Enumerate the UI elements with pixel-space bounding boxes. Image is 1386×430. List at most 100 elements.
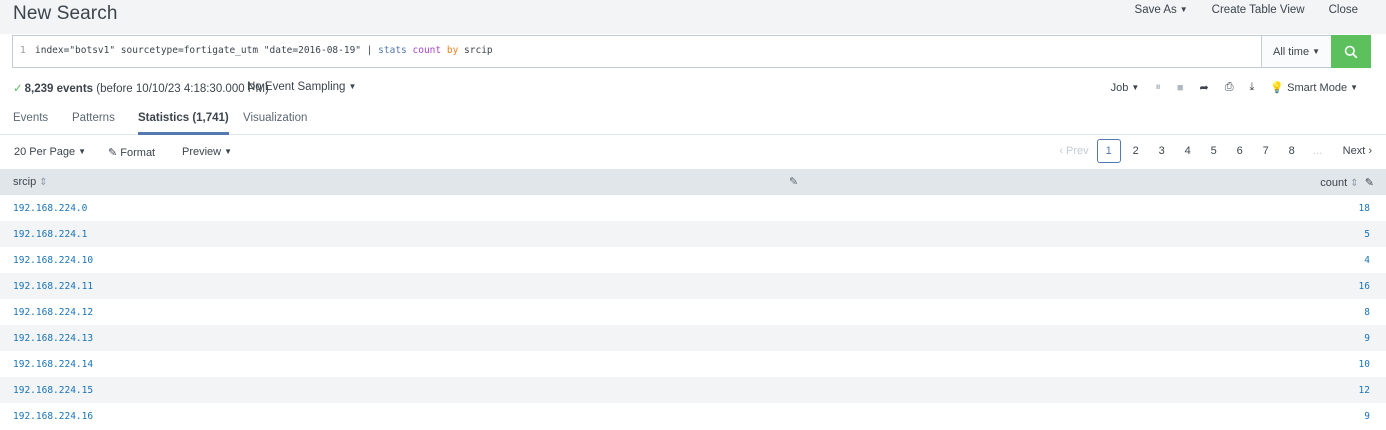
page-4-button[interactable]: 4 bbox=[1175, 139, 1201, 163]
caret-down-icon: ▼ bbox=[1131, 82, 1140, 92]
format-label: Format bbox=[120, 147, 156, 159]
column-header-srcip[interactable]: srcip ⇕ bbox=[13, 176, 48, 188]
pencil-icon[interactable]: ✎ bbox=[1365, 177, 1374, 189]
cell-srcip[interactable]: 192.168.224.15 bbox=[13, 385, 93, 396]
event-count: ✓ 8,239 events (before 10/10/23 4:18:30.0… bbox=[13, 81, 269, 95]
caret-down-icon: ▼ bbox=[348, 82, 357, 91]
preview-label: Preview bbox=[182, 146, 222, 158]
job-controls: Job ▼ ⏸ ■ ➦ ⎙ ⤓ 💡 Smart Mode ▼ bbox=[1111, 81, 1358, 94]
pencil-icon[interactable]: ✎ bbox=[789, 175, 798, 188]
save-as-label: Save As bbox=[1134, 4, 1177, 16]
share-icon[interactable]: ➦ bbox=[1199, 81, 1208, 94]
preview-dropdown[interactable]: Preview ▼ bbox=[182, 146, 232, 158]
cell-srcip[interactable]: 192.168.224.1 bbox=[13, 229, 87, 240]
cell-count[interactable]: 9 bbox=[1364, 333, 1370, 344]
cell-count[interactable]: 12 bbox=[1359, 385, 1370, 396]
per-page-dropdown[interactable]: 20 Per Page ▼ bbox=[14, 146, 86, 158]
caret-down-icon: ▼ bbox=[1350, 83, 1358, 92]
cell-srcip[interactable]: 192.168.224.0 bbox=[13, 203, 87, 214]
tab-statistics[interactable]: Statistics (1,741) bbox=[138, 112, 229, 135]
table-row: 192.168.224.11 16 bbox=[0, 273, 1386, 299]
cell-count[interactable]: 4 bbox=[1364, 255, 1370, 266]
page-8-button[interactable]: 8 bbox=[1279, 139, 1305, 163]
event-sampling-dropdown[interactable]: No Event Sampling ▼ bbox=[247, 81, 356, 93]
caret-down-icon: ▼ bbox=[1312, 47, 1320, 56]
table-row: 192.168.224.13 9 bbox=[0, 325, 1386, 351]
column-label-srcip: srcip bbox=[13, 176, 37, 188]
results-tabs: Events Patterns Statistics (1,741) Visua… bbox=[0, 104, 1386, 135]
prev-page-button[interactable]: ‹ Prev bbox=[1051, 139, 1096, 163]
page-7-button[interactable]: 7 bbox=[1253, 139, 1279, 163]
query-text: index="botsv1" sourcetype=fortigate_utm … bbox=[35, 45, 379, 56]
cell-srcip[interactable]: 192.168.224.13 bbox=[13, 333, 93, 344]
event-count-value: 8,239 events bbox=[24, 83, 94, 95]
page-1-button[interactable]: 1 bbox=[1096, 139, 1121, 163]
check-icon: ✓ bbox=[13, 83, 23, 95]
tab-patterns[interactable]: Patterns bbox=[72, 112, 115, 132]
cell-srcip[interactable]: 192.168.224.10 bbox=[13, 255, 93, 266]
save-as-button[interactable]: Save As ▼ bbox=[1135, 4, 1188, 16]
event-before-text: (before 10/10/23 4:18:30.000 PM) bbox=[96, 83, 269, 95]
cell-srcip[interactable]: 192.168.224.12 bbox=[13, 307, 93, 318]
cell-count[interactable]: 10 bbox=[1359, 359, 1370, 370]
export-icon[interactable]: ⤓ bbox=[1250, 81, 1255, 94]
page-2-button[interactable]: 2 bbox=[1123, 139, 1149, 163]
table-row: 192.168.224.0 18 bbox=[0, 195, 1386, 221]
line-number: 1 bbox=[20, 45, 26, 56]
bulb-icon: 💡 bbox=[1270, 82, 1285, 94]
smart-mode-label: Smart Mode bbox=[1287, 82, 1348, 94]
time-range-picker[interactable]: All time ▼ bbox=[1261, 36, 1331, 67]
cell-count[interactable]: 5 bbox=[1364, 229, 1370, 240]
sort-icon: ⇕ bbox=[1350, 178, 1359, 189]
search-bar[interactable]: 1 index="botsv1" sourcetype=fortigate_ut… bbox=[12, 35, 1371, 68]
pagination-ellipsis: ... bbox=[1313, 145, 1323, 157]
cell-srcip[interactable]: 192.168.224.16 bbox=[13, 411, 93, 422]
pagination: ‹ Prev 1 2 3 4 5 6 7 8 ... Next › bbox=[1051, 139, 1372, 163]
status-row: ✓ 8,239 events (before 10/10/23 4:18:30.0… bbox=[0, 74, 1386, 100]
statistics-table: srcip ⇕ ✎ count ⇕ ✎ 192.168.224.0 18 192.1… bbox=[0, 169, 1386, 429]
search-query-input[interactable]: index="botsv1" sourcetype=fortigate_utm … bbox=[35, 45, 493, 56]
caret-down-icon: ▼ bbox=[224, 147, 233, 156]
tab-visualization[interactable]: Visualization bbox=[243, 112, 307, 132]
tab-events[interactable]: Events bbox=[13, 112, 48, 132]
format-button[interactable]: ✎ Format bbox=[108, 146, 155, 159]
table-body: 192.168.224.0 18 192.168.224.1 5 192.168.224… bbox=[0, 195, 1386, 429]
table-row: 192.168.224.16 9 bbox=[0, 403, 1386, 429]
page-title: New Search bbox=[13, 3, 118, 24]
caret-down-icon: ▼ bbox=[1179, 5, 1188, 14]
table-row: 192.168.224.10 4 bbox=[0, 247, 1386, 273]
query-field: srcip bbox=[464, 45, 493, 56]
search-button[interactable] bbox=[1331, 35, 1371, 68]
pause-icon[interactable]: ⏸ bbox=[1155, 81, 1161, 94]
cell-count[interactable]: 8 bbox=[1364, 307, 1370, 318]
job-menu[interactable]: Job ▼ bbox=[1111, 82, 1140, 94]
cell-count[interactable]: 16 bbox=[1359, 281, 1370, 292]
page-3-button[interactable]: 3 bbox=[1149, 139, 1175, 163]
close-button[interactable]: Close bbox=[1329, 4, 1358, 16]
sort-icon: ⇕ bbox=[39, 177, 48, 188]
header-actions: Save As ▼ Create Table View Close bbox=[1135, 4, 1358, 16]
table-header: srcip ⇕ ✎ count ⇕ ✎ bbox=[0, 169, 1386, 195]
cell-srcip[interactable]: 192.168.224.11 bbox=[13, 281, 93, 292]
cell-srcip[interactable]: 192.168.224.14 bbox=[13, 359, 93, 370]
cell-count[interactable]: 18 bbox=[1359, 203, 1370, 214]
query-function: count bbox=[412, 45, 442, 56]
smart-mode-dropdown[interactable]: 💡 Smart Mode ▼ bbox=[1270, 81, 1358, 94]
page-6-button[interactable]: 6 bbox=[1227, 139, 1253, 163]
sampling-label: No Event Sampling bbox=[247, 81, 346, 93]
stop-icon[interactable]: ■ bbox=[1177, 82, 1184, 94]
time-range-label: All time bbox=[1273, 45, 1310, 58]
cell-count[interactable]: 9 bbox=[1364, 411, 1370, 422]
table-row: 192.168.224.1 5 bbox=[0, 221, 1386, 247]
page-header: New Search Save As ▼ Create Table View Cl… bbox=[0, 0, 1386, 34]
column-header-count[interactable]: count ⇕ ✎ bbox=[1320, 176, 1374, 189]
print-icon[interactable]: ⎙ bbox=[1225, 81, 1234, 94]
table-row: 192.168.224.12 8 bbox=[0, 299, 1386, 325]
pencil-icon: ✎ bbox=[108, 147, 118, 159]
query-command: stats bbox=[378, 45, 407, 56]
table-row: 192.168.224.14 10 bbox=[0, 351, 1386, 377]
next-page-button[interactable]: Next › bbox=[1331, 139, 1372, 163]
page-5-button[interactable]: 5 bbox=[1201, 139, 1227, 163]
table-row: 192.168.224.15 12 bbox=[0, 377, 1386, 403]
create-table-view-button[interactable]: Create Table View bbox=[1212, 4, 1305, 16]
